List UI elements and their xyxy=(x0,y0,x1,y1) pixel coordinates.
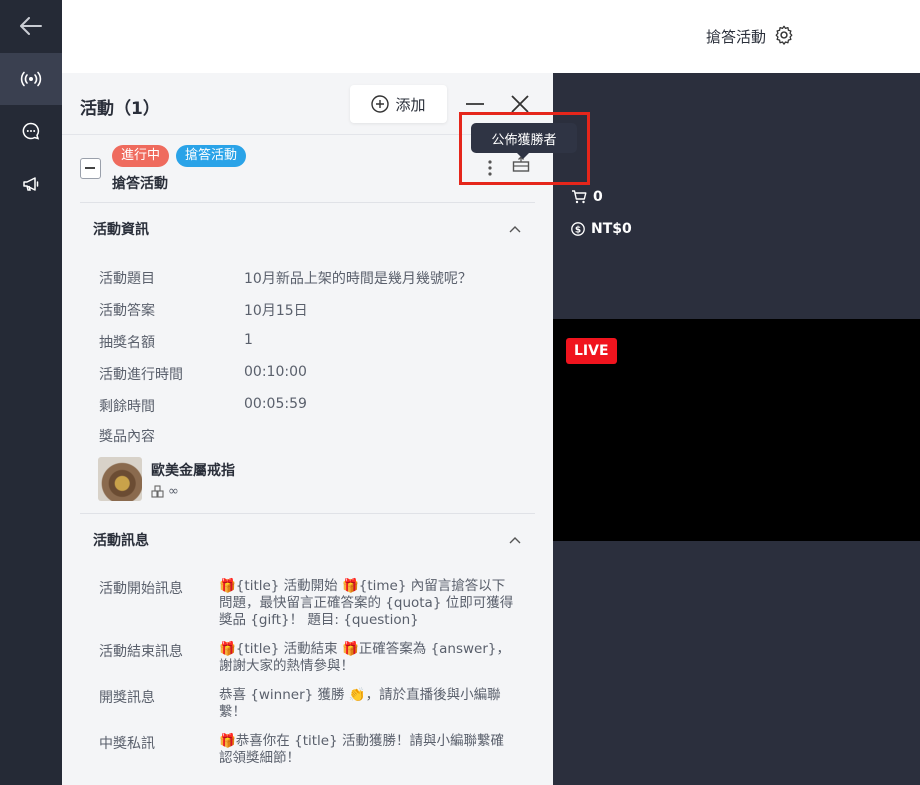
add-activity-button[interactable]: 添加 xyxy=(350,85,447,123)
panel-title: 活動（1） xyxy=(80,99,160,119)
rail-item-live[interactable] xyxy=(0,53,62,105)
message-section-header[interactable]: 活動訊息 xyxy=(80,513,535,565)
cart-icon xyxy=(572,190,587,204)
prize-name: 歐美金屬戒指 xyxy=(151,463,235,479)
info-value: 00:10:00 xyxy=(244,364,307,380)
info-section-header[interactable]: 活動資訊 xyxy=(80,202,535,254)
live-stage: 0 $ NT$0 LIVE xyxy=(553,73,920,785)
info-label: 活動答案 xyxy=(99,303,155,319)
prize-quantity: ∞ xyxy=(151,484,179,499)
revenue-stat: $ NT$0 xyxy=(571,221,632,237)
highlight-box xyxy=(459,112,590,185)
header-title: 搶答活動 xyxy=(706,28,767,46)
info-label: 抽獎名額 xyxy=(99,335,155,351)
info-section-title: 活動資訊 xyxy=(93,221,149,238)
message-label: 活動結束訊息 xyxy=(99,644,183,660)
activity-panel: 活動（1） 添加 進行中 搶答活動 搶答活動 公佈獲勝者 活動資訊 活動題目 1… xyxy=(62,73,590,785)
stock-icon xyxy=(151,485,164,498)
live-broadcast-icon xyxy=(20,71,42,87)
info-label: 活動題目 xyxy=(99,271,155,287)
prize-qty-value: ∞ xyxy=(168,484,179,499)
message-value: 🎁{title} 活動結束 🎁正確答案為 {answer}，謝謝大家的熱情參與！ xyxy=(219,641,511,674)
rail-item-promo[interactable] xyxy=(0,158,62,210)
gear-icon xyxy=(775,25,793,45)
prize-label: 獎品內容 xyxy=(99,429,155,445)
info-value: 00:05:59 xyxy=(244,396,307,412)
left-rail xyxy=(0,0,62,785)
message-value: 🎁恭喜你在 {title} 活動獲勝！請與小編聯繫確認領獎細節！ xyxy=(219,733,504,766)
collapse-toggle[interactable] xyxy=(80,158,101,179)
message-label: 活動開始訊息 xyxy=(99,581,183,597)
info-label: 剩餘時間 xyxy=(99,399,155,415)
megaphone-icon xyxy=(23,177,39,191)
live-badge: LIVE xyxy=(566,338,617,364)
info-section: 活動資訊 活動題目 10月新品上架的時間是幾月幾號呢？ 活動答案 10月15日 … xyxy=(80,202,535,512)
prize-image xyxy=(98,457,142,501)
svg-text:$: $ xyxy=(575,225,581,235)
info-value: 1 xyxy=(244,332,253,348)
back-button[interactable] xyxy=(0,0,62,52)
top-header: 搶答活動 xyxy=(62,0,920,73)
cart-stat: 0 xyxy=(571,189,603,205)
chevron-up-icon xyxy=(509,225,521,232)
chat-icon xyxy=(22,122,40,140)
message-label: 開獎訊息 xyxy=(99,690,155,706)
settings-button[interactable] xyxy=(773,24,795,50)
dollar-icon: $ xyxy=(571,222,585,236)
info-label: 活動進行時間 xyxy=(99,367,183,383)
plus-circle-icon xyxy=(371,95,390,113)
message-section-title: 活動訊息 xyxy=(93,532,149,549)
cart-count: 0 xyxy=(593,189,603,205)
message-label: 中獎私訊 xyxy=(99,736,155,752)
type-badge: 搶答活動 xyxy=(176,145,247,167)
revenue-value: NT$0 xyxy=(591,221,632,237)
status-badge: 進行中 xyxy=(112,145,170,167)
info-value: 10月15日 xyxy=(244,303,308,319)
back-arrow-icon xyxy=(20,17,42,35)
activity-name: 搶答活動 xyxy=(112,176,168,192)
rail-item-chat[interactable] xyxy=(0,105,62,157)
message-value: 恭喜 {winner} 獲勝 👏，請於直播後與小編聯繫！ xyxy=(219,687,501,720)
info-value: 10月新品上架的時間是幾月幾號呢？ xyxy=(244,271,472,287)
message-section: 活動訊息 活動開始訊息 🎁{title} 活動開始 🎁{time} 內留言搶答以… xyxy=(80,513,535,785)
add-activity-label: 添加 xyxy=(395,95,426,114)
message-value: 🎁{title} 活動開始 🎁{time} 內留言搶答以下問題，最快留言正確答案… xyxy=(219,578,514,628)
chevron-up-icon xyxy=(509,536,521,543)
live-video[interactable]: LIVE xyxy=(553,319,920,541)
